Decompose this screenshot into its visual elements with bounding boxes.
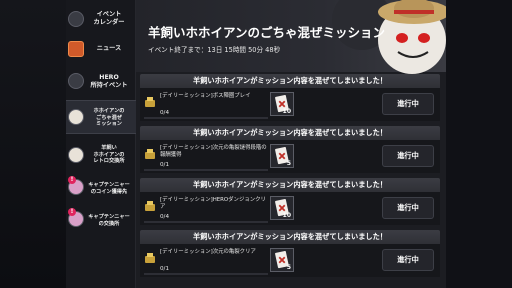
hero-character-icon [68, 73, 84, 89]
mission-card: 羊飼いホホイアンがミッション内容を混ぜてしまいました！ [デイリーミッション]次… [140, 126, 440, 173]
event-banner: 羊飼いホホイアンのごちゃ混ぜミッション イベント終了まで：13日 15時間 50… [136, 0, 446, 74]
mission-card: 羊飼いホホイアンがミッション内容を混ぜてしまいました！ [デイリーミッション]次… [140, 230, 440, 277]
gold-coin-stack-icon [145, 97, 155, 107]
hoyan-character-icon [68, 109, 84, 125]
sidebar-item-label: キャプテンニャー の交換所 [88, 214, 130, 227]
gold-coin-stack-icon [145, 149, 155, 159]
reward-quantity: 10 [282, 108, 291, 115]
mission-progress-bar [144, 169, 268, 171]
mission-progress-bar [144, 221, 268, 223]
mission-description: [デイリーミッション]次元の亀裂謎得段階の報酬獲得 [160, 145, 267, 158]
mission-status-button[interactable]: 進行中 [382, 93, 434, 115]
reward-slot[interactable]: 5 [270, 248, 294, 272]
sidebar-item-news[interactable]: ニュース [66, 36, 136, 62]
sidebar-item-hero-event[interactable]: HERO 所持イベント [66, 68, 136, 94]
hoyan-character-icon [68, 147, 84, 163]
sidebar-item-captain-coin[interactable]: ! キャプテンニャー のコイン獲得先 [66, 174, 136, 200]
sidebar-item-label: 羊飼い ホホイアンの レトロ交換所 [93, 145, 125, 164]
sidebar-item-label: ホホイアンの ごちゃ混ぜ ミッション [93, 108, 125, 127]
mission-status-button[interactable]: 進行中 [382, 249, 434, 271]
mission-description: [デイリーミッション]HEROダンジョンクリア [160, 197, 266, 210]
mission-panel: 羊飼いホホイアンのごちゃ混ぜミッション イベント終了まで：13日 15時間 50… [136, 0, 446, 288]
reward-quantity: 5 [286, 160, 291, 167]
mission-progress-bar [144, 273, 268, 275]
gold-coin-stack-icon [145, 253, 155, 263]
mission-header: 羊飼いホホイアンがミッション内容を混ぜてしまいました！ [140, 74, 440, 88]
gold-coin-stack-icon [145, 201, 155, 211]
calendar-character-icon [68, 11, 84, 27]
mission-status-button[interactable]: 進行中 [382, 145, 434, 167]
sidebar-item-label: イベント カレンダー [93, 11, 125, 26]
reward-slot[interactable]: 5 [270, 144, 294, 168]
reward-quantity: 5 [286, 264, 291, 271]
sidebar-item-captain-exchange[interactable]: ! キャプテンニャー の交換所 [66, 206, 136, 232]
event-countdown: イベント終了まで：13日 15時間 50分 48秒 [148, 46, 281, 54]
mission-body: [デイリーミッション]HEROダンジョンクリア 0/4 10 進行中 [140, 192, 440, 225]
mission-body: [デイリーミッション]次元の亀裂クリア 0/1 5 進行中 [140, 244, 440, 277]
mission-progress-text: 0/1 [160, 266, 170, 272]
right-backdrop [446, 0, 512, 288]
mission-progress-text: 0/1 [160, 162, 170, 168]
mission-body: [デイリーミッション]ボス陣圏プレイ 0/4 10 進行中 [140, 88, 440, 121]
sidebar-item-event-calendar[interactable]: イベント カレンダー [66, 4, 136, 34]
news-icon [68, 41, 84, 57]
mission-body: [デイリーミッション]次元の亀裂謎得段階の報酬獲得 0/1 5 進行中 [140, 140, 440, 173]
mission-card: 羊飼いホホイアンがミッション内容を混ぜてしまいました！ [デイリーミッション]H… [140, 178, 440, 225]
sidebar-item-label: ニュース [96, 45, 122, 52]
reward-quantity: 10 [282, 212, 291, 219]
mission-status-button[interactable]: 進行中 [382, 197, 434, 219]
mission-header: 羊飼いホホイアンがミッション内容を混ぜてしまいました！ [140, 126, 440, 140]
mission-header: 羊飼いホホイアンがミッション内容を混ぜてしまいました！ [140, 178, 440, 192]
mission-header: 羊飼いホホイアンがミッション内容を混ぜてしまいました！ [140, 230, 440, 244]
event-sidebar: イベント カレンダー ニュース HERO 所持イベント ホホイアンの ごちゃ混ぜ… [66, 0, 136, 288]
mission-card: 羊飼いホホイアンがミッション内容を混ぜてしまいました！ [デイリーミッション]ボ… [140, 74, 440, 121]
sidebar-item-mix-mission[interactable]: ホホイアンの ごちゃ混ぜ ミッション [66, 100, 136, 134]
sidebar-item-retro-exchange[interactable]: 羊飼い ホホイアンの レトロ交換所 [66, 140, 136, 170]
notification-badge: ! [68, 176, 76, 184]
mission-description: [デイリーミッション]次元の亀裂クリア [160, 249, 256, 255]
mission-description: [デイリーミッション]ボス陣圏プレイ [160, 93, 251, 99]
reward-slot[interactable]: 10 [270, 196, 294, 220]
mission-progress-text: 0/4 [160, 214, 170, 220]
sidebar-item-label: キャプテンニャー のコイン獲得先 [88, 182, 130, 195]
left-backdrop [0, 0, 68, 288]
event-title: 羊飼いホホイアンのごちゃ混ぜミッション [148, 25, 386, 40]
mission-progress-bar [144, 117, 268, 119]
mission-progress-text: 0/4 [160, 110, 170, 116]
reward-slot[interactable]: 10 [270, 92, 294, 116]
sidebar-item-label: HERO 所持イベント [90, 74, 128, 89]
notification-badge: ! [68, 208, 76, 216]
